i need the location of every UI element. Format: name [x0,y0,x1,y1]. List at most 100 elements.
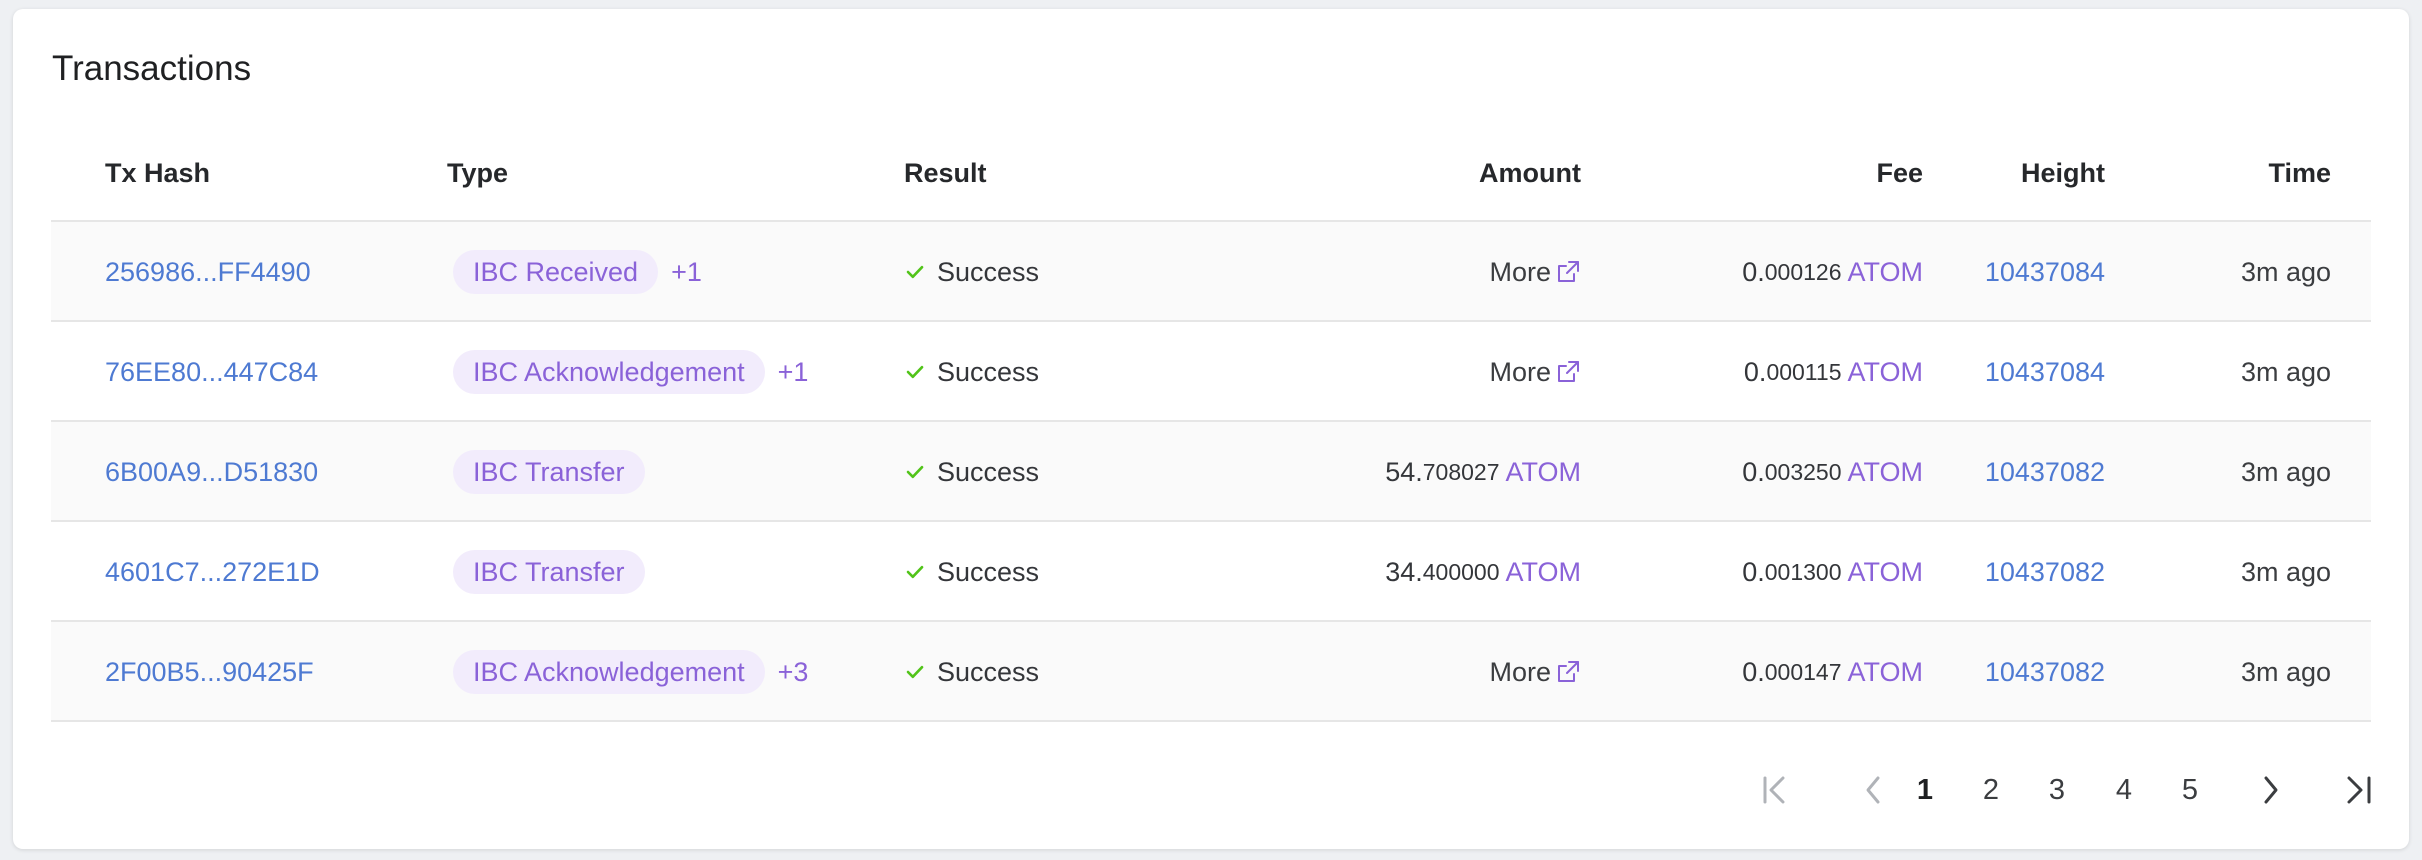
column-header-fee: Fee [1876,158,1923,188]
column-header-amount: Amount [1479,158,1581,188]
column-header-tx-hash: Tx Hash [105,158,211,188]
fee-denom: ATOM [1847,556,1923,587]
tx-time: 3m ago [2240,356,2331,387]
table-row: 76EE80...447C84 IBC Acknowledgement +1 Succ… [51,322,2371,422]
table-row: 2F00B5...90425F IBC Acknowledgement +3 Succ… [51,622,2371,722]
page-5-button[interactable]: 5 [2170,765,2210,815]
result-cell: Success [905,622,1039,722]
block-height-link[interactable]: 10437084 [1985,322,2105,422]
table-header: Tx Hash Type Result Amount Fee Height Ti… [51,149,2371,222]
chevron-right-button[interactable] [2251,765,2291,815]
amount-decimal: 708027 [1422,458,1500,485]
external-link-icon [1558,261,1579,282]
column-header-time: Time [2268,158,2331,188]
type-cell: IBC Acknowledgement +3 [453,622,808,722]
check-icon [906,465,924,479]
result-cell: Success [905,222,1039,322]
block-height-link[interactable]: 10437084 [1985,222,2105,322]
table-row: 6B00A9...D51830 IBC Transfer Success 54. 708… [51,422,2371,522]
external-link-icon [1558,661,1579,682]
column-header-result: Result [904,158,987,188]
result-cell: Success [905,322,1039,422]
tx-hash-link[interactable]: 4601C7...272E1D [105,522,320,622]
table-row: 4601C7...272E1D IBC Transfer Success 34. 400… [51,522,2371,622]
fee-integer: 0. [1742,556,1765,587]
block-height-link[interactable]: 10437082 [1985,622,2105,722]
fee-cell: 0. 003250 ATOM [1742,422,1923,522]
fee-decimal: 000126 [1764,258,1842,285]
fee-integer: 0. [1743,356,1767,387]
chevron-left-icon [1866,776,1880,804]
amount-denom: ATOM [1505,456,1581,487]
result-cell: Success [905,422,1039,522]
first-page-button[interactable] [1753,765,1801,815]
type-extra-count[interactable]: +1 [778,357,809,388]
amount-cell: More [1489,622,1581,722]
column-header-height: Height [2021,158,2105,188]
type-cell: IBC Transfer [453,522,645,622]
type-cell: IBC Transfer [453,422,645,522]
tx-hash-link[interactable]: 6B00A9...D51830 [105,422,318,522]
fee-denom: ATOM [1847,256,1923,287]
type-cell: IBC Received +1 [453,222,702,322]
fee-integer: 0. [1742,256,1765,287]
fee-decimal: 001300 [1764,558,1842,585]
result-status: Success [937,556,1040,587]
last-page-icon [2347,776,2371,804]
type-extra-count[interactable]: +1 [671,257,702,288]
block-height-link[interactable]: 10437082 [1985,422,2105,522]
fee-denom: ATOM [1847,456,1923,487]
fee-decimal: 000115 [1766,358,1842,385]
fee-integer: 0. [1742,656,1765,687]
fee-decimal: 000147 [1764,658,1842,685]
check-icon [906,565,924,579]
result-cell: Success [905,522,1039,622]
fee-decimal: 003250 [1764,458,1842,485]
page-title: Transactions [52,49,252,88]
fee-integer: 0. [1742,456,1765,487]
amount-cell: More [1489,322,1581,422]
transactions-card: Transactions Tx Hash Type Result Amount … [13,9,2409,849]
fee-denom: ATOM [1847,356,1923,387]
block-height-link[interactable]: 10437082 [1985,522,2105,622]
type-badge: IBC Received [453,250,659,294]
result-status: Success [937,356,1040,387]
chevron-left-button[interactable] [1853,765,1893,815]
table-body: 256986...FF4490 IBC Received +1 Success More… [51,222,2371,722]
tx-hash-link[interactable]: 256986...FF4490 [105,222,311,322]
fee-cell: 0. 000147 ATOM [1742,622,1923,722]
fee-cell: 0. 000126 ATOM [1742,222,1923,322]
pagination: 12345 [13,765,2409,815]
tx-time: 3m ago [2240,456,2331,487]
page-4-button[interactable]: 4 [2104,765,2144,815]
type-badge: IBC Transfer [453,450,645,494]
amount-denom: ATOM [1505,556,1581,587]
amount-decimal: 400000 [1422,558,1500,585]
first-page-icon [1763,776,1785,804]
check-icon [906,365,924,379]
fee-cell: 0. 000115 ATOM [1744,322,1923,422]
tx-hash-link[interactable]: 76EE80...447C84 [105,322,318,422]
chevron-right-icon [2264,776,2278,804]
tx-hash-link[interactable]: 2F00B5...90425F [105,622,314,722]
type-extra-count[interactable]: +3 [778,657,809,688]
result-status: Success [937,256,1040,287]
last-page-button[interactable] [2335,765,2383,815]
transactions-table: Tx Hash Type Result Amount Fee Height Ti… [51,149,2371,722]
fee-cell: 0. 001300 ATOM [1742,522,1923,622]
more-link[interactable]: More [1489,257,1551,288]
amount-cell: More [1489,222,1581,322]
amount-integer: 34. [1385,556,1423,587]
page-2-button[interactable]: 2 [1971,765,2011,815]
page-1-button[interactable]: 1 [1905,765,1945,815]
tx-time: 3m ago [2240,656,2331,687]
amount-integer: 54. [1385,456,1423,487]
more-link[interactable]: More [1489,357,1551,388]
table-row: 256986...FF4490 IBC Received +1 Success More… [51,222,2371,322]
type-badge: IBC Transfer [453,550,645,594]
result-status: Success [937,656,1040,687]
page-3-button[interactable]: 3 [2037,765,2077,815]
tx-time: 3m ago [2240,256,2331,287]
more-link[interactable]: More [1489,657,1551,688]
column-header-type: Type [447,158,509,188]
